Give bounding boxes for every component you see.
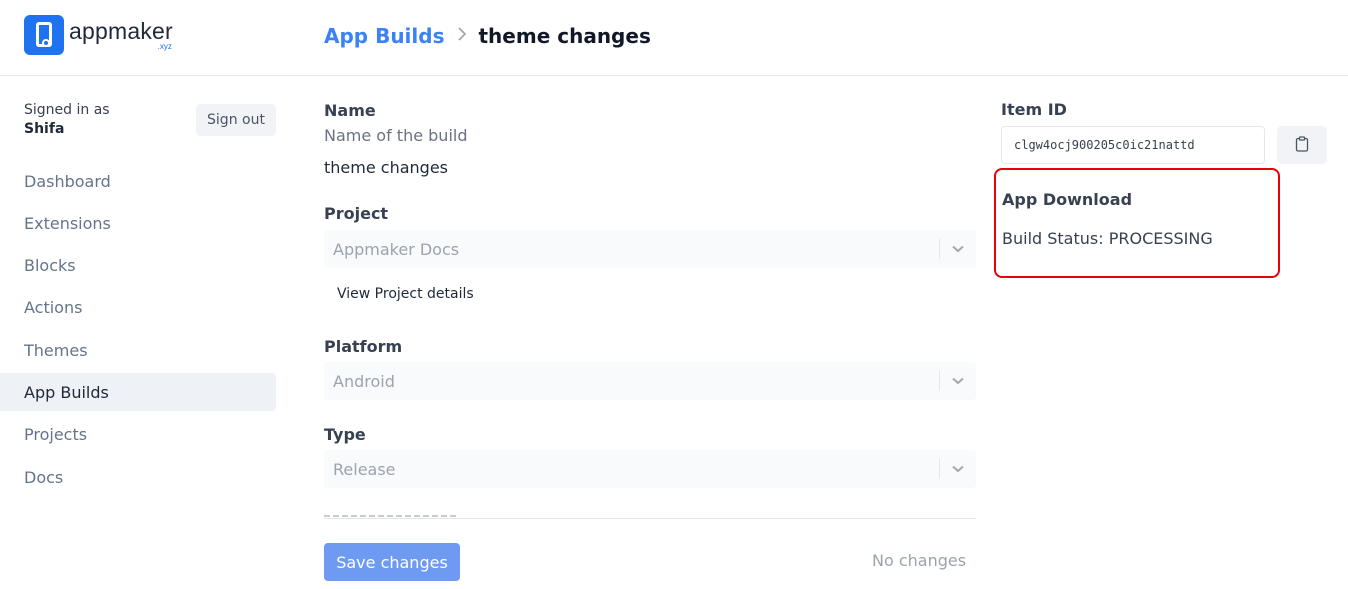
sidebar-item-docs[interactable]: Docs — [0, 458, 276, 496]
sidebar-item-extensions[interactable]: Extensions — [0, 204, 276, 242]
form-footer-divider — [324, 518, 976, 519]
logo-tld: .xyz — [157, 42, 172, 51]
breadcrumb: App Builds theme changes — [324, 21, 651, 51]
change-status-text: No changes — [872, 551, 967, 570]
sidebar-item-blocks[interactable]: Blocks — [0, 247, 276, 285]
project-select-value: Appmaker Docs — [333, 239, 460, 259]
chevron-down-icon[interactable] — [940, 244, 976, 254]
type-select-value: Release — [333, 459, 396, 479]
breadcrumb-app-builds-link[interactable]: App Builds — [324, 24, 445, 48]
clipboard-icon — [1295, 135, 1309, 155]
phone-logo-icon — [24, 15, 64, 55]
user-name: Shifa — [24, 121, 65, 137]
view-project-details-link[interactable]: View Project details — [337, 286, 474, 302]
project-label: Project — [324, 204, 389, 223]
name-description: Name of the build — [324, 126, 468, 145]
sidebar-item-projects[interactable]: Projects — [0, 416, 276, 454]
name-label: Name — [324, 101, 376, 120]
build-status: Build Status: PROCESSING — [1002, 229, 1213, 248]
sidebar-item-dashboard[interactable]: Dashboard — [0, 162, 276, 200]
signed-in-label: Signed in as — [24, 102, 110, 118]
app-download-title: App Download — [1002, 190, 1133, 209]
item-id-field[interactable] — [1001, 126, 1265, 164]
copy-id-button[interactable] — [1277, 126, 1327, 164]
sidebar-nav: Dashboard Extensions Blocks Actions Them… — [0, 162, 276, 500]
platform-select[interactable]: Android — [324, 362, 976, 400]
top-header: appmaker .xyz App Builds theme changes — [0, 0, 1348, 76]
chevron-down-icon[interactable] — [940, 464, 976, 474]
app-download-panel: App Download Build Status: PROCESSING — [994, 168, 1280, 278]
project-select[interactable]: Appmaker Docs — [324, 230, 976, 268]
platform-label: Platform — [324, 337, 403, 356]
chevron-down-icon[interactable] — [940, 376, 976, 386]
sign-out-button[interactable]: Sign out — [196, 104, 276, 136]
name-value: theme changes — [324, 158, 448, 177]
sidebar-item-themes[interactable]: Themes — [0, 331, 276, 369]
type-label: Type — [324, 425, 366, 444]
sidebar-item-app-builds[interactable]: App Builds — [0, 373, 276, 412]
logo-wordmark: appmaker — [69, 18, 173, 44]
sidebar-item-actions[interactable]: Actions — [0, 289, 276, 327]
save-changes-button[interactable]: Save changes — [324, 543, 460, 581]
chevron-right-icon — [457, 26, 467, 47]
signed-in-info: Signed in as Shifa — [24, 101, 110, 139]
type-select[interactable]: Release — [324, 450, 976, 488]
sidebar: Signed in as Shifa Sign out Dashboard Ex… — [0, 76, 276, 589]
platform-select-value: Android — [333, 371, 395, 391]
appmaker-logo[interactable]: appmaker .xyz — [24, 15, 173, 55]
item-id-label: Item ID — [1001, 100, 1067, 119]
build-form: Name Name of the build theme changes Pro… — [324, 76, 976, 518]
page-title: theme changes — [478, 24, 651, 48]
